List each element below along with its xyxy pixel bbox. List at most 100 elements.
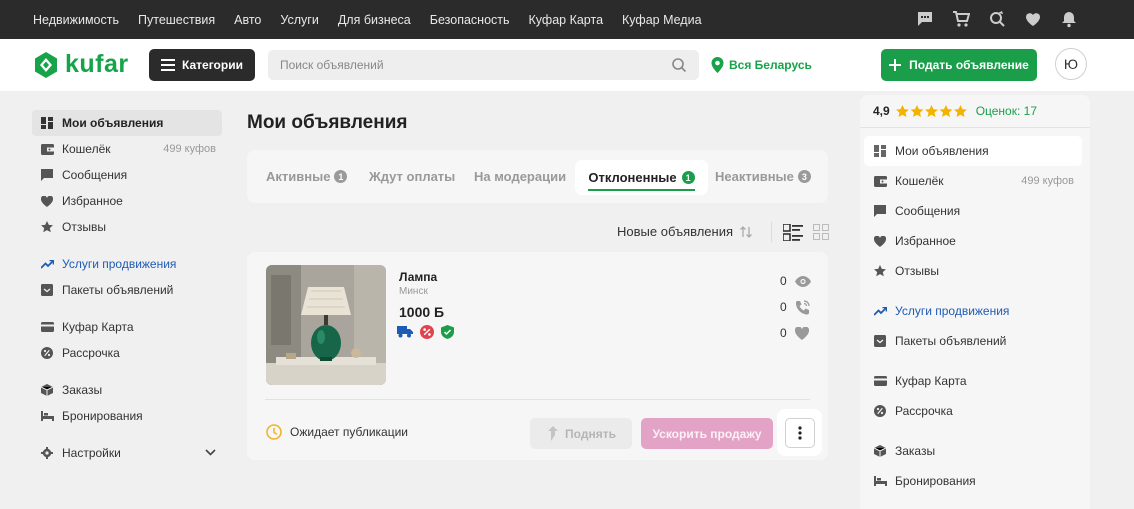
- credit-card-icon: [40, 320, 54, 334]
- boost-label: Ускорить продажу: [652, 426, 762, 441]
- nav-link-services[interactable]: Услуги: [280, 13, 318, 27]
- region-label: Вся Беларусь: [729, 58, 812, 72]
- status-text: Ожидает публикации: [290, 425, 408, 439]
- sidebar-item-ad-packages[interactable]: Пакеты объявлений: [32, 277, 222, 303]
- top-nav-bar: Недвижимость Путешествия Авто Услуги Для…: [0, 0, 1134, 39]
- clock-icon: [266, 424, 282, 440]
- menu-item-favorites[interactable]: Избранное: [864, 226, 1082, 256]
- nav-link-security[interactable]: Безопасность: [430, 13, 510, 27]
- tab-on-moderation[interactable]: На модерации: [474, 169, 566, 184]
- sidebar-item-label: Отзывы: [62, 220, 106, 234]
- top-tools: [915, 9, 1079, 29]
- sidebar-item-kufar-card[interactable]: Куфар Карта: [32, 314, 222, 340]
- sidebar-item-messages[interactable]: Сообщения: [32, 162, 222, 188]
- favorites-heart-icon[interactable]: [1023, 9, 1043, 29]
- sidebar-item-orders[interactable]: Заказы: [32, 377, 222, 403]
- sidebar-item-my-ads[interactable]: Мои объявления: [32, 110, 222, 136]
- tab-rejected[interactable]: Отклоненные 1: [575, 160, 708, 195]
- menu-item-kufar-card[interactable]: Куфар Карта: [864, 366, 1082, 396]
- nav-link-kufar-media[interactable]: Куфар Медиа: [622, 13, 702, 27]
- kufar-logo-text: kufar: [65, 50, 129, 78]
- raise-ad-button[interactable]: Поднять: [530, 418, 632, 449]
- sort-selector[interactable]: Новые объявления: [617, 224, 753, 239]
- notifications-bell-icon[interactable]: [1059, 9, 1079, 29]
- calls-count: 0: [780, 300, 787, 314]
- sidebar-item-bookings[interactable]: Бронирования: [32, 403, 222, 429]
- nav-link-travel[interactable]: Путешествия: [138, 13, 215, 27]
- nav-link-auto[interactable]: Авто: [234, 13, 261, 27]
- raise-arrow-icon: [548, 426, 559, 441]
- list-view-icon[interactable]: [783, 224, 803, 241]
- categories-button[interactable]: Категории: [149, 49, 255, 81]
- menu-item-bookings[interactable]: Бронирования: [864, 466, 1082, 496]
- tab-active-ads[interactable]: Активные 1: [266, 169, 348, 184]
- menu-item-label: Сообщения: [895, 204, 961, 218]
- boost-sale-button[interactable]: Ускорить продажу: [641, 418, 773, 449]
- tab-label: На модерации: [474, 169, 567, 184]
- kufar-logo[interactable]: kufar: [32, 50, 129, 79]
- wallet-icon: [873, 174, 887, 188]
- menu-item-promo-services[interactable]: Услуги продвижения: [864, 296, 1082, 326]
- menu-item-wallet[interactable]: Кошелёк 499 куфов: [864, 166, 1082, 196]
- sidebar-item-label: Настройки: [62, 446, 121, 460]
- ad-title[interactable]: Лампа: [399, 270, 437, 284]
- menu-item-my-ads[interactable]: Мои объявления: [864, 136, 1082, 166]
- delivery-truck-icon: [397, 326, 413, 338]
- sidebar-item-promo-services[interactable]: Услуги продвижения: [32, 251, 222, 277]
- account-menu: Мои объявления Кошелёк 499 куфов Сообщен…: [864, 136, 1082, 496]
- menu-item-label: Куфар Карта: [895, 374, 967, 388]
- sidebar-item-label: Услуги продвижения: [62, 257, 177, 271]
- search-icon[interactable]: [671, 57, 687, 73]
- sidebar-item-settings[interactable]: Настройки: [32, 440, 222, 466]
- avatar[interactable]: Ю: [1055, 48, 1087, 80]
- tab-count-badge: 1: [334, 170, 348, 183]
- menu-item-label: Услуги продвижения: [895, 304, 1010, 318]
- top-nav-links: Недвижимость Путешествия Авто Услуги Для…: [33, 13, 721, 27]
- nav-link-realty[interactable]: Недвижимость: [33, 13, 119, 27]
- reviews-count-link[interactable]: Оценок: 17: [976, 104, 1037, 118]
- menu-item-orders[interactable]: Заказы: [864, 436, 1082, 466]
- location-pin-icon: [711, 57, 724, 73]
- menu-item-installment[interactable]: Рассрочка: [864, 396, 1082, 426]
- sidebar-item-favorites[interactable]: Избранное: [32, 188, 222, 214]
- tab-awaiting-payment[interactable]: Ждут оплаты: [369, 169, 455, 184]
- tab-label: Ждут оплаты: [369, 169, 456, 184]
- heart-icon: [40, 194, 54, 208]
- ad-status: Ожидает публикации: [266, 424, 408, 440]
- menu-item-label: Мои объявления: [895, 144, 989, 158]
- menu-item-label: Кошелёк: [895, 174, 944, 188]
- sidebar-item-installment[interactable]: Рассрочка: [32, 340, 222, 366]
- tab-inactive[interactable]: Неактивные 3: [715, 169, 811, 184]
- nav-link-kufar-card[interactable]: Куфар Карта: [529, 13, 604, 27]
- toolbar-divider: [771, 222, 772, 242]
- sidebar-item-label: Бронирования: [62, 409, 143, 423]
- region-selector[interactable]: Вся Беларусь: [711, 57, 812, 73]
- more-actions-button[interactable]: [784, 417, 815, 448]
- package-icon: [40, 283, 54, 297]
- search-input[interactable]: [280, 58, 660, 72]
- ad-city: Минск: [399, 286, 428, 297]
- cart-icon[interactable]: [951, 9, 971, 29]
- sidebar-item-label: Мои объявления: [62, 116, 164, 130]
- tab-label: Неактивные: [715, 169, 794, 184]
- views-count: 0: [780, 274, 787, 288]
- messages-icon[interactable]: [915, 9, 935, 29]
- menu-item-reviews[interactable]: Отзывы: [864, 256, 1082, 286]
- saved-search-icon[interactable]: [987, 9, 1007, 29]
- sidebar-item-reviews[interactable]: Отзывы: [32, 214, 222, 240]
- views-stat: 0: [780, 268, 811, 294]
- dashboard-icon: [873, 144, 887, 158]
- menu-item-messages[interactable]: Сообщения: [864, 196, 1082, 226]
- post-ad-button[interactable]: Подать объявление: [881, 49, 1037, 81]
- phone-icon: [795, 299, 810, 314]
- menu-item-ad-packages[interactable]: Пакеты объявлений: [864, 326, 1082, 356]
- sidebar-item-wallet[interactable]: Кошелёк 499 куфов: [32, 136, 222, 162]
- grid-view-icon[interactable]: [813, 224, 829, 240]
- tab-label: Активные: [266, 169, 331, 184]
- menu-item-label: Пакеты объявлений: [895, 334, 1007, 348]
- search-bar: [268, 50, 699, 80]
- menu-item-label: Бронирования: [895, 474, 976, 488]
- ad-photo[interactable]: [266, 265, 386, 385]
- chevron-down-icon[interactable]: [205, 447, 216, 459]
- nav-link-business[interactable]: Для бизнеса: [338, 13, 411, 27]
